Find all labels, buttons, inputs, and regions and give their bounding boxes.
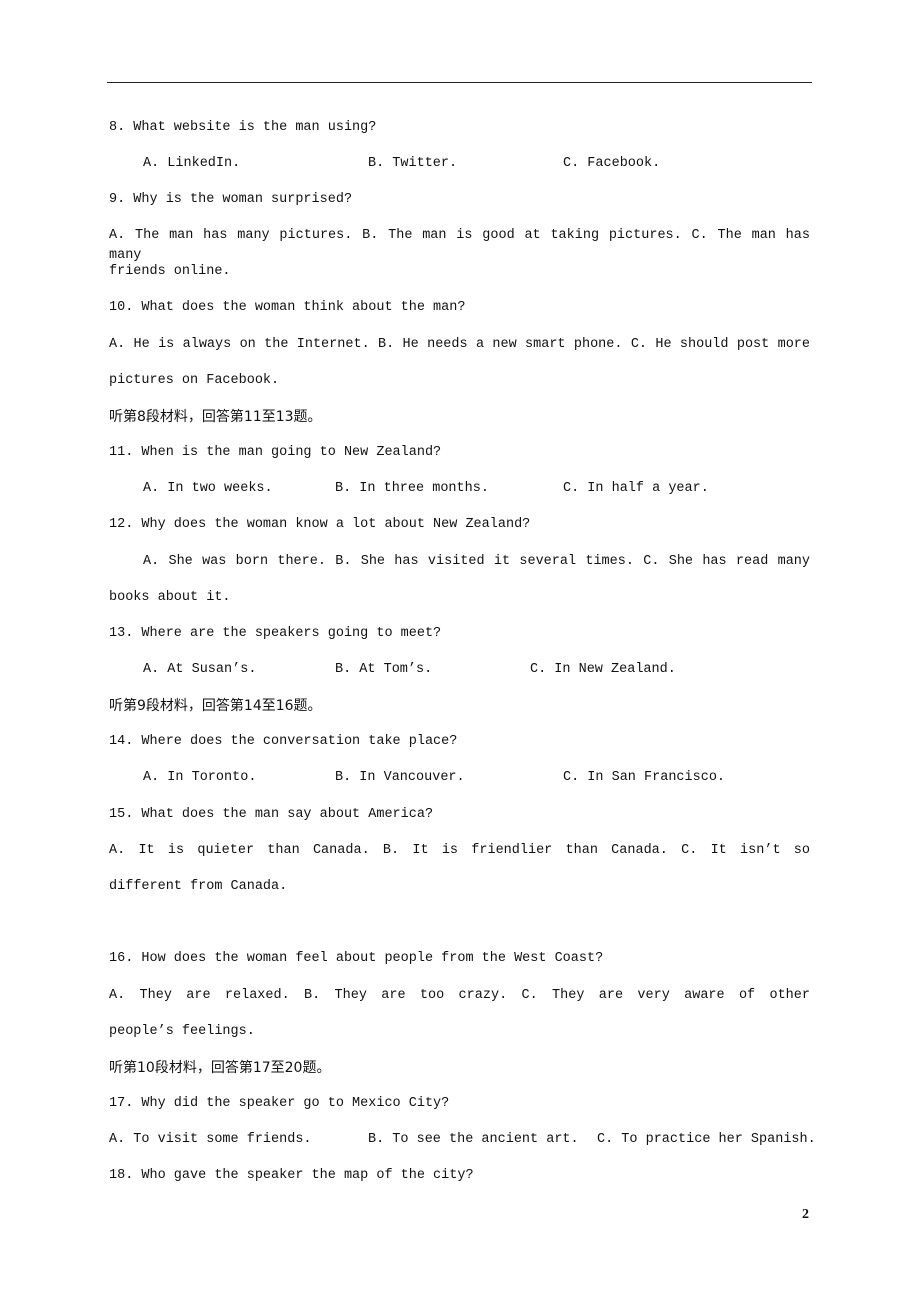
answer-option: A. In Toronto. [143, 770, 257, 785]
answer-line: friends online. [109, 264, 231, 279]
question: 10. What does the woman think about the … [109, 300, 466, 315]
question: 8. What website is the man using? [109, 120, 377, 135]
question: 17. Why did the speaker go to Mexico Cit… [109, 1096, 450, 1111]
answer-line: A. He is always on the Internet. B. He n… [109, 337, 810, 352]
answer-option: C. In San Francisco. [563, 770, 726, 785]
answer-option: A. To visit some friends. [109, 1132, 312, 1147]
question: 13. Where are the speakers going to meet… [109, 626, 442, 641]
question: 15. What does the man say about America? [109, 807, 434, 822]
section-instruction: 听第9段材料，回答第14至16题。 [109, 698, 322, 714]
page-number: 2 [802, 1207, 809, 1222]
answer-line: people’s feelings. [109, 1024, 255, 1039]
answer-options: A. LinkedIn. B. Twitter. C. Facebook. [109, 154, 810, 174]
section-instruction: 听第10段材料，回答第17至20题。 [109, 1060, 331, 1076]
answer-options: A. At Susan’s. B. At Tom’s. C. In New Zeal… [109, 660, 810, 680]
answer-option: C. Facebook. [563, 156, 661, 171]
answer-line: pictures on Facebook. [109, 373, 280, 388]
answer-line: A. They are relaxed. B. They are too cra… [109, 988, 810, 1003]
question: 18. Who gave the speaker the map of the … [109, 1168, 474, 1183]
answer-options: A. To visit some friends. B. To see the a… [109, 1130, 816, 1150]
answer-line: different from Canada. [109, 879, 288, 894]
answer-option: B. Twitter. [368, 156, 458, 171]
answer-option: A. LinkedIn. [143, 156, 241, 171]
section-instruction: 听第8段材料，回答第11至13题。 [109, 409, 322, 425]
answer-options: A. In Toronto. B. In Vancouver. C. In San … [109, 768, 810, 788]
question: 16. How does the woman feel about people… [109, 951, 604, 966]
answer-line: A. The man has many pictures. B. The man… [109, 228, 810, 263]
answer-line: books about it. [109, 590, 231, 605]
answer-option: C. To practice her Spanish. [597, 1132, 816, 1147]
answer-option: B. To see the ancient art. [368, 1132, 579, 1147]
answer-option: B. In Vancouver. [335, 770, 465, 785]
header-rule [107, 82, 812, 83]
question: 12. Why does the woman know a lot about … [109, 517, 531, 532]
answer-options: A. In two weeks. B. In three months. C. In… [109, 479, 810, 499]
answer-line: A. It is quieter than Canada. B. It is f… [109, 843, 810, 858]
answer-line: A. She was born there. B. She has visite… [143, 554, 810, 569]
answer-option: A. In two weeks. [143, 481, 273, 496]
answer-option: C. In half a year. [563, 481, 709, 496]
question: 11. When is the man going to New Zealand… [109, 445, 442, 460]
answer-option: B. In three months. [335, 481, 489, 496]
answer-option: A. At Susan’s. [143, 662, 257, 677]
question: 9. Why is the woman surprised? [109, 192, 353, 207]
answer-option: C. In New Zealand. [530, 662, 676, 677]
question: 14. Where does the conversation take pla… [109, 734, 458, 749]
answer-option: B. At Tom’s. [335, 662, 433, 677]
